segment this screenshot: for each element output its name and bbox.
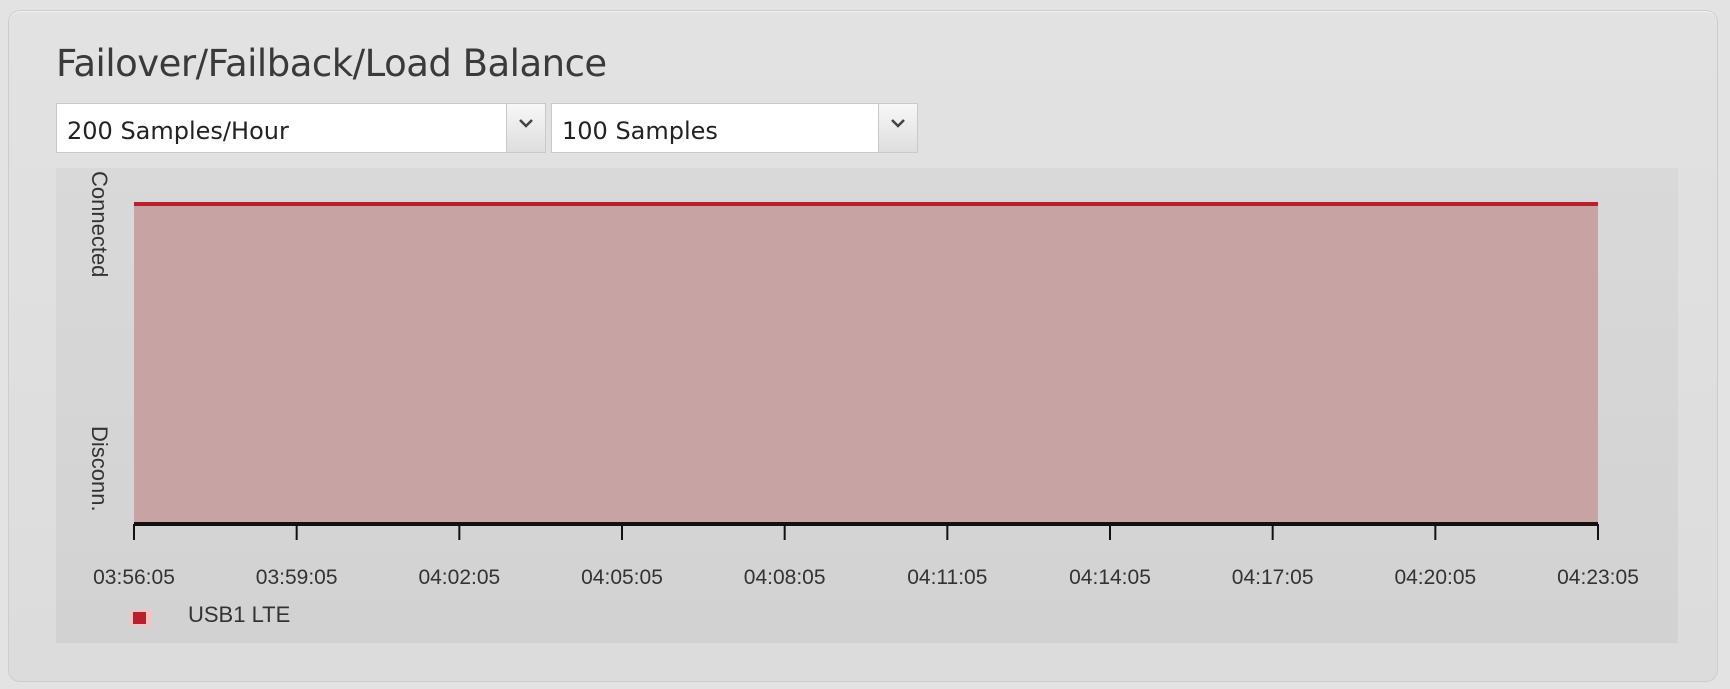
x-tick-label: 03:59:05 xyxy=(256,566,338,589)
x-tick-label: 04:08:05 xyxy=(744,566,826,589)
x-tick-label: 04:23:05 xyxy=(1557,566,1639,589)
x-tick-label: 04:20:05 xyxy=(1394,566,1476,589)
x-tick-label: 04:14:05 xyxy=(1069,566,1151,589)
x-tick-label: 04:02:05 xyxy=(418,566,500,589)
x-tick-label: 04:05:05 xyxy=(581,566,663,589)
status-chart: 03:56:05 03:59:05 04:02:05 04:05:05 04:08:05… xyxy=(87,171,1639,589)
legend-swatch xyxy=(130,610,152,626)
legend-label: USB1 LTE xyxy=(188,602,291,627)
x-tick-label: 04:11:05 xyxy=(907,566,987,589)
y-label-connected: Connected xyxy=(87,171,112,277)
series-area-0 xyxy=(134,204,1598,524)
x-tick-label: 04:17:05 xyxy=(1232,566,1314,589)
y-label-disconnected: Disconn. xyxy=(87,426,112,512)
x-tick-label: 03:56:05 xyxy=(93,566,175,589)
